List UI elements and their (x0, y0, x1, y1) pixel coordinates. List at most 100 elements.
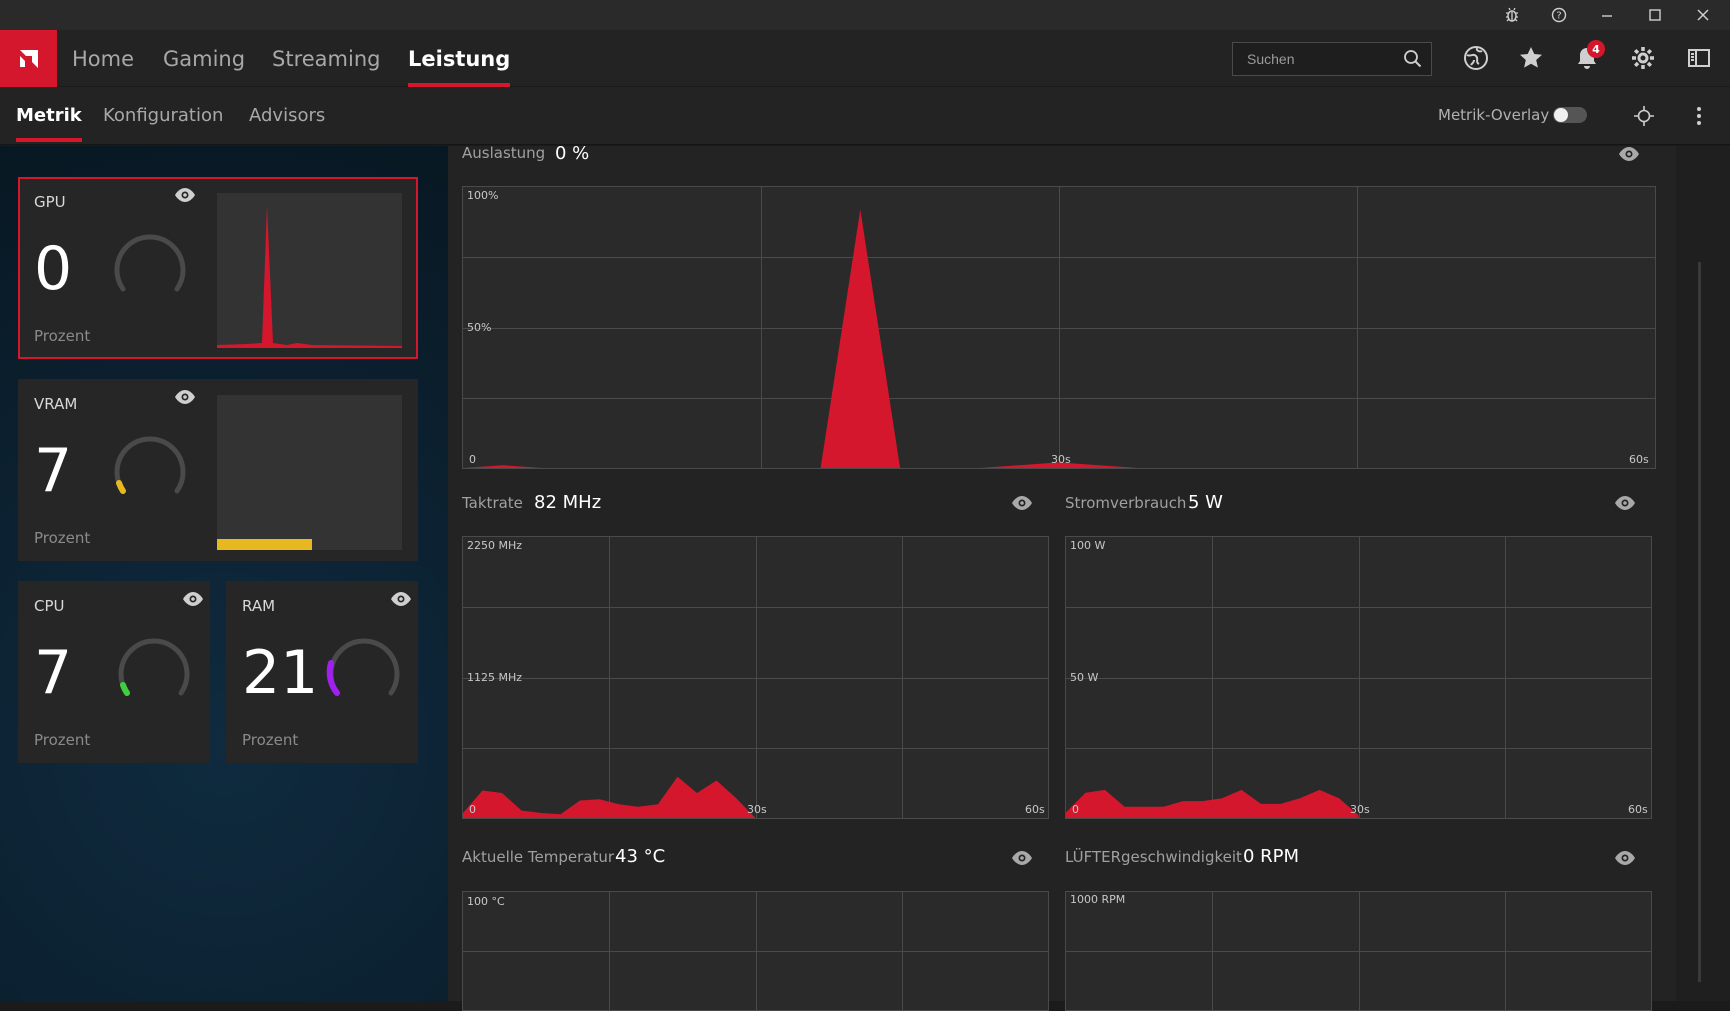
strom-x-end: 60s (1628, 803, 1648, 816)
auslastung-y-mid: 50% (467, 321, 492, 334)
ram-unit: Prozent (242, 731, 299, 749)
tab-konfiguration[interactable]: Konfiguration (103, 87, 223, 144)
auslastung-y-zero: 0 (469, 453, 476, 466)
close-icon[interactable] (1681, 0, 1725, 30)
search-icon[interactable] (1403, 49, 1423, 73)
gpu-sparkline (217, 193, 402, 348)
metrik-overlay-label: Metrik-Overlay (1438, 106, 1550, 124)
taktrate-value: 82 MHz (534, 492, 602, 513)
bug-report-icon[interactable] (1490, 0, 1534, 30)
fan-y-top: 1000 RPM (1070, 893, 1126, 906)
cpu-visibility-eye-icon[interactable] (182, 591, 204, 607)
maximize-icon[interactable] (1633, 0, 1677, 30)
vram-unit: Prozent (34, 529, 91, 547)
ram-card[interactable]: RAM 21 Prozent (226, 581, 418, 763)
tab-leistung[interactable]: Leistung (408, 30, 511, 87)
temperatur-label: Aktuelle Temperatur (462, 848, 615, 866)
toggle-knob (1554, 108, 1568, 122)
more-options-icon[interactable] (1681, 98, 1717, 134)
crosshair-icon[interactable] (1626, 98, 1662, 134)
ram-value: 21 (242, 638, 319, 708)
title-bar: ? (0, 0, 1730, 30)
metrik-overlay-toggle[interactable] (1553, 107, 1587, 123)
auslastung-label: Auslastung (462, 144, 546, 162)
luefter-chart: 1000 RPM (1065, 891, 1652, 1011)
ram-gauge (326, 638, 400, 696)
gpu-value: 0 (34, 234, 73, 304)
luefter-label: LÜFTERgeschwindigkeit (1065, 848, 1242, 866)
vram-sparkline (217, 395, 402, 550)
stromverbrauch-value: 5 W (1188, 492, 1223, 513)
sub-navigation: Metrik Konfiguration Advisors Metrik-Ove… (0, 87, 1730, 145)
temperatur-value: 43 °C (615, 846, 666, 867)
stromverbrauch-chart: 100 W 50 W 0 30s 60s (1065, 536, 1652, 819)
vertical-scrollbar[interactable] (1698, 262, 1701, 982)
taktrate-visibility-eye-icon[interactable] (1011, 495, 1033, 511)
luefter-value: 0 RPM (1243, 846, 1300, 867)
temp-y-top: 100 °C (467, 895, 505, 908)
taktrate-y-mid: 1125 MHz (467, 671, 523, 684)
tab-gaming[interactable]: Gaming (163, 30, 245, 87)
tab-home[interactable]: Home (72, 30, 134, 87)
cpu-value: 7 (34, 638, 73, 708)
ram-title: RAM (242, 597, 276, 615)
cpu-title: CPU (34, 597, 65, 615)
taktrate-y-top: 2250 MHz (467, 539, 523, 552)
vram-value: 7 (34, 436, 73, 506)
taktrate-label: Taktrate (462, 494, 523, 512)
favorites-star-icon[interactable] (1513, 40, 1549, 76)
temperatur-chart-svg (463, 892, 1048, 1010)
gpu-title: GPU (34, 193, 66, 211)
search-box[interactable] (1232, 42, 1432, 76)
taktrate-chart-svg (463, 537, 1048, 818)
tab-streaming[interactable]: Streaming (272, 30, 380, 87)
search-input[interactable] (1233, 43, 1393, 75)
taktrate-x-mid: 30s (747, 803, 767, 816)
tab-advisors[interactable]: Advisors (249, 87, 325, 144)
svg-text:?: ? (1556, 11, 1561, 22)
auslastung-chart: 100% 50% 0 30s 60s (462, 186, 1656, 469)
gpu-card[interactable]: GPU 0 Prozent (18, 177, 418, 359)
taktrate-y-zero: 0 (469, 803, 476, 816)
vram-visibility-eye-icon[interactable] (174, 389, 196, 405)
strom-y-mid: 50 W (1070, 671, 1099, 684)
tab-metrik[interactable]: Metrik (16, 87, 82, 144)
strom-y-zero: 0 (1072, 803, 1079, 816)
cpu-card[interactable]: CPU 7 Prozent (18, 581, 210, 763)
stromverbrauch-label: Stromverbrauch (1065, 494, 1187, 512)
ram-visibility-eye-icon[interactable] (390, 591, 412, 607)
settings-gear-icon[interactable] (1625, 40, 1661, 76)
gpu-gauge (114, 234, 186, 292)
minimize-icon[interactable] (1585, 0, 1629, 30)
auslastung-x-end: 60s (1629, 453, 1649, 466)
luefter-visibility-eye-icon[interactable] (1614, 850, 1636, 866)
scroll-gutter (1676, 146, 1730, 1001)
temperatur-visibility-eye-icon[interactable] (1011, 850, 1033, 866)
help-icon[interactable]: ? (1537, 0, 1581, 30)
cpu-unit: Prozent (34, 731, 91, 749)
notification-count-badge: 4 (1587, 40, 1605, 58)
vram-gauge (114, 436, 186, 494)
luefter-chart-svg (1066, 892, 1651, 1010)
auslastung-visibility-eye-icon[interactable] (1618, 146, 1640, 162)
auslastung-x-mid: 30s (1051, 453, 1071, 466)
amd-logo-icon[interactable] (0, 30, 57, 87)
globe-icon[interactable] (1458, 40, 1494, 76)
gpu-visibility-eye-icon[interactable] (174, 187, 196, 203)
vram-card[interactable]: VRAM 7 Prozent (18, 379, 418, 561)
vram-title: VRAM (34, 395, 78, 413)
metrics-charts-panel: Auslastung 0 % 100% 50% 0 30s 60s Taktra… (448, 143, 1676, 1011)
temperatur-chart: 100 °C (462, 891, 1049, 1011)
taktrate-x-end: 60s (1025, 803, 1045, 816)
gpu-unit: Prozent (34, 327, 91, 345)
auslastung-chart-svg (463, 187, 1655, 468)
stromverbrauch-visibility-eye-icon[interactable] (1614, 495, 1636, 511)
strom-y-top: 100 W (1070, 539, 1106, 552)
notifications-bell-icon[interactable]: 4 (1569, 40, 1605, 76)
cpu-gauge (118, 638, 190, 696)
auslastung-y-top: 100% (467, 189, 499, 202)
sidebar-panel-icon[interactable] (1681, 40, 1717, 76)
metrics-sidebar: GPU 0 Prozent VRAM 7 Prozent CPU 7 Proze… (0, 146, 448, 1001)
stromverbrauch-chart-svg (1066, 537, 1651, 818)
auslastung-value: 0 % (555, 143, 590, 164)
